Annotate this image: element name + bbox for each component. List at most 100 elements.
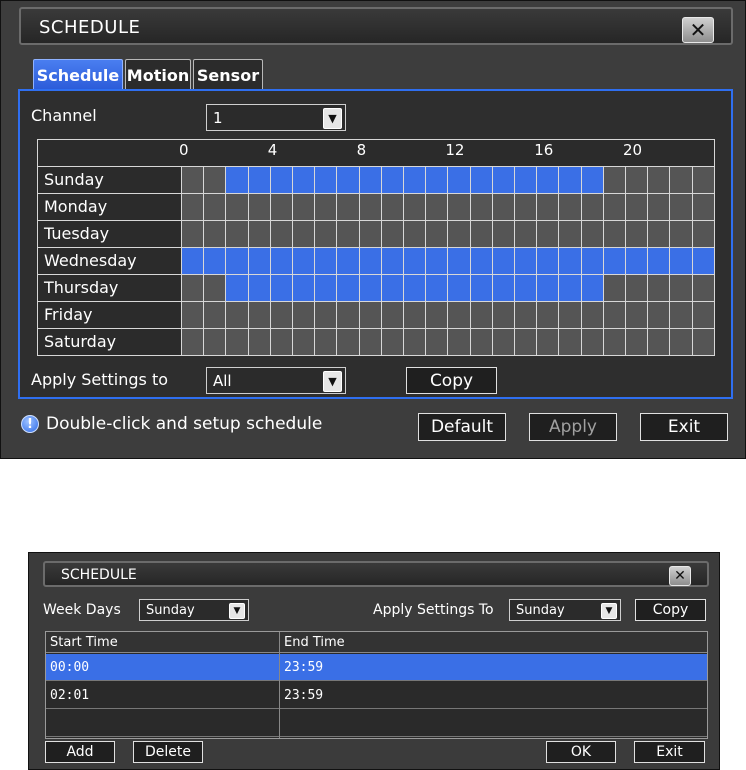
schedule-cell[interactable] xyxy=(603,248,626,274)
schedule-cell[interactable] xyxy=(537,302,560,328)
schedule-cell[interactable] xyxy=(337,221,360,247)
schedule-cell[interactable] xyxy=(581,167,604,193)
schedule-cell[interactable] xyxy=(670,275,693,301)
schedule-cell[interactable] xyxy=(426,221,449,247)
schedule-cell[interactable] xyxy=(603,302,626,328)
schedule-cell[interactable] xyxy=(492,167,515,193)
schedule-cell[interactable] xyxy=(581,329,604,355)
schedule-cell[interactable] xyxy=(515,194,538,220)
schedule-cell[interactable] xyxy=(381,167,404,193)
schedule-cell[interactable] xyxy=(315,275,338,301)
schedule-cell[interactable] xyxy=(337,248,360,274)
schedule-cell[interactable] xyxy=(448,194,471,220)
schedule-cell[interactable] xyxy=(204,248,227,274)
schedule-cell[interactable] xyxy=(626,194,649,220)
schedule-cell[interactable] xyxy=(537,167,560,193)
schedule-cell[interactable] xyxy=(337,194,360,220)
schedule-cell[interactable] xyxy=(515,248,538,274)
schedule-cell[interactable] xyxy=(670,248,693,274)
schedule-cell[interactable] xyxy=(448,221,471,247)
schedule-cell[interactable] xyxy=(559,221,582,247)
schedule-cell[interactable] xyxy=(248,275,271,301)
copy-button[interactable]: Copy xyxy=(635,599,706,621)
schedule-cell[interactable] xyxy=(337,167,360,193)
schedule-cell[interactable] xyxy=(404,194,427,220)
schedule-cell[interactable] xyxy=(426,248,449,274)
schedule-cell[interactable] xyxy=(381,248,404,274)
schedule-cell[interactable] xyxy=(381,302,404,328)
schedule-cell[interactable] xyxy=(270,248,293,274)
close-button[interactable]: ✕ xyxy=(669,566,691,586)
schedule-cell[interactable] xyxy=(581,275,604,301)
add-button[interactable]: Add xyxy=(45,741,115,763)
schedule-cell[interactable] xyxy=(559,302,582,328)
schedule-cell[interactable] xyxy=(648,302,671,328)
schedule-cell[interactable] xyxy=(692,329,715,355)
schedule-cell[interactable] xyxy=(359,275,382,301)
close-button[interactable]: ✕ xyxy=(682,17,714,43)
schedule-cell[interactable] xyxy=(337,329,360,355)
tab-motion[interactable]: Motion xyxy=(125,59,191,90)
schedule-cell[interactable] xyxy=(448,167,471,193)
schedule-cell[interactable] xyxy=(603,329,626,355)
schedule-cell[interactable] xyxy=(404,329,427,355)
tab-schedule[interactable]: Schedule xyxy=(33,59,123,90)
schedule-cell[interactable] xyxy=(648,248,671,274)
schedule-cell[interactable] xyxy=(337,302,360,328)
schedule-cell[interactable] xyxy=(470,302,493,328)
schedule-cell[interactable] xyxy=(581,248,604,274)
schedule-cell[interactable] xyxy=(204,302,227,328)
schedule-cell[interactable] xyxy=(492,302,515,328)
schedule-cell[interactable] xyxy=(182,275,205,301)
schedule-cell[interactable] xyxy=(315,248,338,274)
schedule-cell[interactable] xyxy=(404,275,427,301)
schedule-cell[interactable] xyxy=(404,221,427,247)
schedule-cell[interactable] xyxy=(626,167,649,193)
schedule-cell[interactable] xyxy=(692,275,715,301)
schedule-cell[interactable] xyxy=(182,194,205,220)
channel-select[interactable]: 1 ▼ xyxy=(206,104,346,131)
schedule-cell[interactable] xyxy=(315,194,338,220)
schedule-cell[interactable] xyxy=(248,329,271,355)
schedule-cell[interactable] xyxy=(492,194,515,220)
apply-settings-select[interactable]: All ▼ xyxy=(206,367,346,394)
schedule-cell[interactable] xyxy=(692,194,715,220)
schedule-cell[interactable] xyxy=(537,248,560,274)
schedule-cell[interactable] xyxy=(626,275,649,301)
schedule-cell[interactable] xyxy=(603,275,626,301)
schedule-cell[interactable] xyxy=(182,302,205,328)
schedule-cell[interactable] xyxy=(626,248,649,274)
default-button[interactable]: Default xyxy=(418,413,506,441)
schedule-cell[interactable] xyxy=(692,221,715,247)
schedule-cell[interactable] xyxy=(226,275,249,301)
delete-button[interactable]: Delete xyxy=(133,741,203,763)
schedule-cell[interactable] xyxy=(404,302,427,328)
schedule-cell[interactable] xyxy=(204,221,227,247)
schedule-cell[interactable] xyxy=(359,248,382,274)
schedule-cell[interactable] xyxy=(293,194,316,220)
schedule-cell[interactable] xyxy=(270,275,293,301)
schedule-cell[interactable] xyxy=(670,302,693,328)
schedule-cell[interactable] xyxy=(626,221,649,247)
schedule-cell[interactable] xyxy=(315,167,338,193)
schedule-cell[interactable] xyxy=(670,221,693,247)
schedule-cell[interactable] xyxy=(404,248,427,274)
schedule-cell[interactable] xyxy=(359,221,382,247)
schedule-cell[interactable] xyxy=(248,167,271,193)
schedule-cell[interactable] xyxy=(670,194,693,220)
schedule-cell[interactable] xyxy=(515,275,538,301)
schedule-cell[interactable] xyxy=(448,329,471,355)
apply-settings-to-select[interactable]: Sunday ▼ xyxy=(509,599,621,621)
ok-button[interactable]: OK xyxy=(546,741,616,763)
schedule-cell[interactable] xyxy=(603,194,626,220)
schedule-cell[interactable] xyxy=(270,194,293,220)
schedule-cell[interactable] xyxy=(270,302,293,328)
schedule-cell[interactable] xyxy=(559,194,582,220)
schedule-cell[interactable] xyxy=(537,275,560,301)
schedule-cell[interactable] xyxy=(515,302,538,328)
schedule-cell[interactable] xyxy=(293,221,316,247)
schedule-cell[interactable] xyxy=(359,302,382,328)
schedule-cell[interactable] xyxy=(381,329,404,355)
schedule-cell[interactable] xyxy=(581,302,604,328)
schedule-cell[interactable] xyxy=(648,275,671,301)
